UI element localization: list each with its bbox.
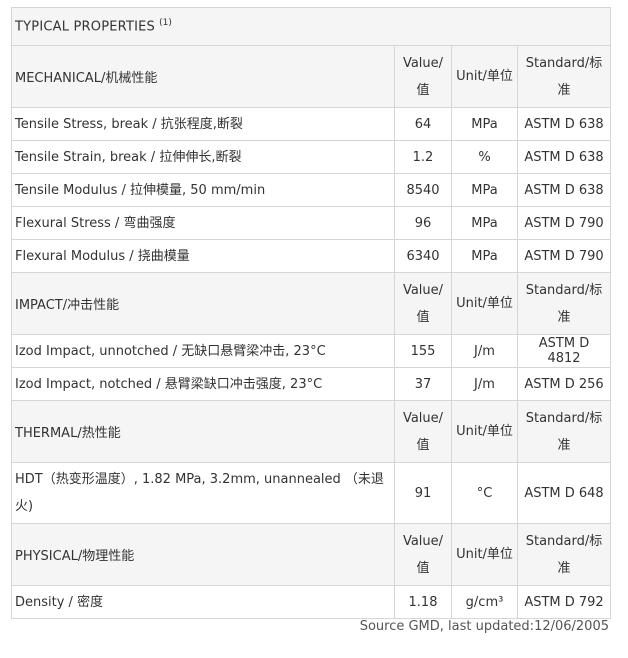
property-value: 155 [394, 334, 452, 368]
property-unit: J/m [451, 334, 518, 368]
property-row: Density / 密度 1.18 g/cm³ ASTM D 792 [11, 585, 612, 619]
property-row: Flexural Stress / 弯曲强度 96 MPa ASTM D 790 [11, 206, 612, 240]
property-name: HDT（热变形温度）, 1.82 MPa, 3.2mm, unannealed … [11, 462, 395, 524]
table-title-row: TYPICAL PROPERTIES (1) [10, 7, 612, 46]
property-value: 37 [394, 367, 452, 401]
column-header-standard: Standard/标准 [516, 523, 612, 586]
property-row: Izod Impact, notched / 悬臂梁缺口冲击强度, 23°C 37… [11, 367, 612, 401]
property-standard: ASTM D 638 [516, 107, 612, 141]
property-standard: ASTM D 790 [516, 206, 612, 240]
property-name: Tensile Strain, break / 拉伸伸长,断裂 [11, 140, 395, 174]
property-name: Tensile Modulus / 拉伸模量, 50 mm/min [11, 173, 395, 207]
property-standard: ASTM D 648 [516, 462, 612, 524]
property-value: 8540 [394, 173, 452, 207]
property-name: Izod Impact, notched / 悬臂梁缺口冲击强度, 23°C [11, 367, 395, 401]
column-header-value: Value/值 [394, 400, 452, 463]
section-header-row: THERMAL/热性能 Value/值 Unit/单位 Standard/标准 [11, 400, 612, 463]
property-unit: g/cm³ [451, 585, 518, 619]
property-unit: % [451, 140, 518, 174]
property-value: 64 [394, 107, 452, 141]
property-standard: ASTM D 4812 [516, 334, 612, 368]
property-unit: J/m [451, 367, 518, 401]
title-footnote-marker: (1) [159, 18, 172, 29]
property-name: Tensile Stress, break / 抗张程度,断裂 [11, 107, 395, 141]
property-row: HDT（热变形温度）, 1.82 MPa, 3.2mm, unannealed … [11, 462, 612, 524]
property-standard: ASTM D 638 [516, 140, 612, 174]
column-header-unit: Unit/单位 [451, 272, 518, 335]
column-header-standard: Standard/标准 [516, 400, 612, 463]
section-name: THERMAL/热性能 [11, 400, 395, 463]
section-header-row: IMPACT/冲击性能 Value/值 Unit/单位 Standard/标准 [11, 272, 612, 335]
column-header-unit: Unit/单位 [451, 400, 518, 463]
property-row: Tensile Modulus / 拉伸模量, 50 mm/min 8540 MPa… [11, 173, 612, 207]
property-standard: ASTM D 638 [516, 173, 612, 207]
property-unit: MPa [451, 206, 518, 240]
property-standard: ASTM D 790 [516, 239, 612, 273]
section-name: MECHANICAL/机械性能 [11, 45, 395, 108]
section-name: IMPACT/冲击性能 [11, 272, 395, 335]
property-unit: MPa [451, 173, 518, 207]
section-header-row: PHYSICAL/物理性能 Value/值 Unit/单位 Standard/标准 [11, 523, 612, 586]
property-unit: MPa [451, 239, 518, 273]
property-value: 96 [394, 206, 452, 240]
property-name: Flexural Stress / 弯曲强度 [11, 206, 395, 240]
property-name: Flexural Modulus / 挠曲模量 [11, 239, 395, 273]
table-title: TYPICAL PROPERTIES [15, 19, 155, 35]
property-value: 1.2 [394, 140, 452, 174]
property-standard: ASTM D 256 [516, 367, 612, 401]
source-footer: Source GMD, last updated:12/06/2005 [359, 619, 609, 634]
property-standard: ASTM D 792 [516, 585, 612, 619]
property-row: Izod Impact, unnotched / 无缺口悬臂梁冲击, 23°C 1… [11, 334, 612, 368]
property-row: Tensile Strain, break / 拉伸伸长,断裂 1.2% ASTM … [11, 140, 612, 174]
column-header-unit: Unit/单位 [451, 45, 518, 108]
table-title-cell: TYPICAL PROPERTIES (1) [10, 7, 612, 46]
section-name: PHYSICAL/物理性能 [11, 523, 395, 586]
property-unit: MPa [451, 107, 518, 141]
property-unit: °C [451, 462, 518, 524]
column-header-standard: Standard/标准 [516, 45, 612, 108]
property-value: 1.18 [394, 585, 452, 619]
property-value: 6340 [394, 239, 452, 273]
property-name: Density / 密度 [11, 585, 395, 619]
column-header-standard: Standard/标准 [516, 272, 612, 335]
typical-properties-table: TYPICAL PROPERTIES (1) MECHANICAL/机械性能 Va… [10, 7, 612, 619]
column-header-value: Value/值 [394, 523, 452, 586]
property-value: 91 [394, 462, 452, 524]
column-header-value: Value/值 [394, 45, 452, 108]
property-row: Tensile Stress, break / 抗张程度,断裂 64 MPa ASTM… [11, 107, 612, 141]
column-header-unit: Unit/单位 [451, 523, 518, 586]
property-row: Flexural Modulus / 挠曲模量 6340 MPa ASTM D 790 [11, 239, 612, 273]
column-header-value: Value/值 [394, 272, 452, 335]
property-name: Izod Impact, unnotched / 无缺口悬臂梁冲击, 23°C [11, 334, 395, 368]
section-header-row: MECHANICAL/机械性能 Value/值 Unit/单位 Standard/标准 [11, 45, 612, 108]
